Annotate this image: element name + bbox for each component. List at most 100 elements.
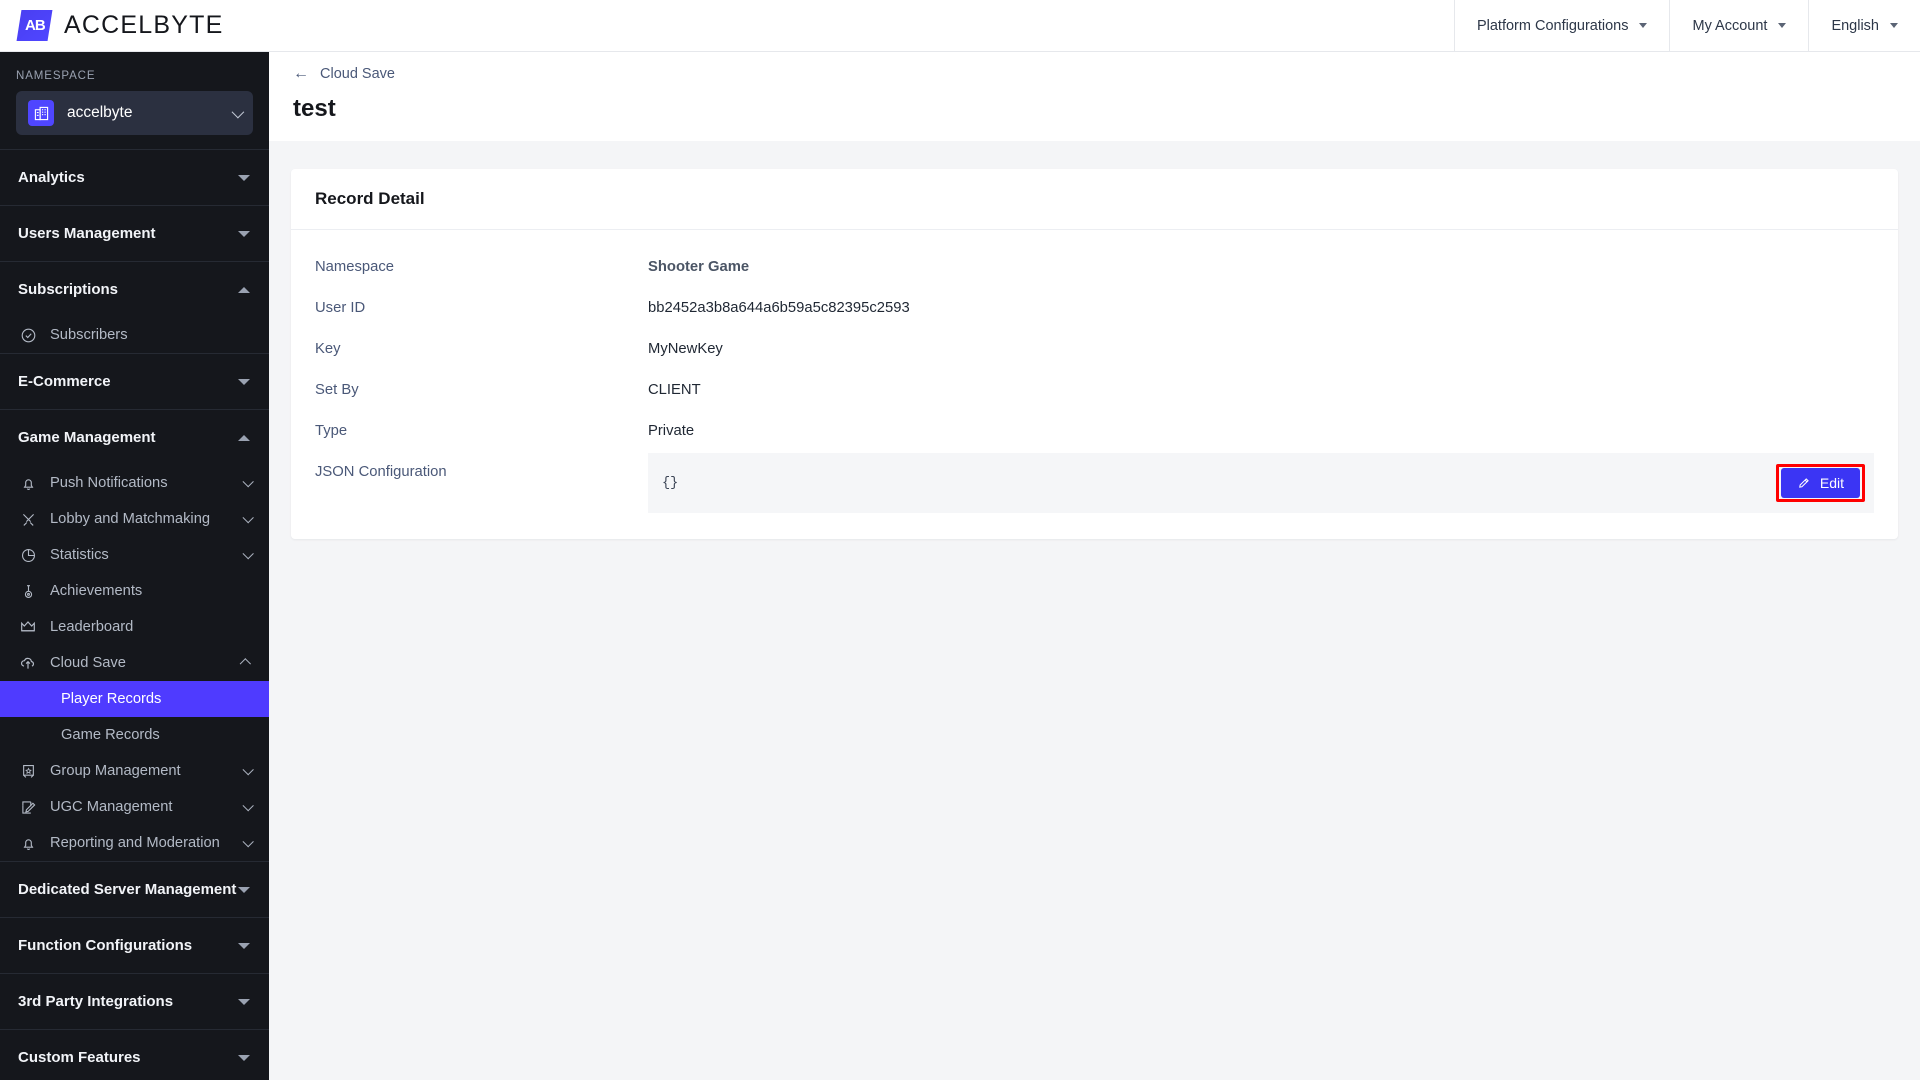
- sidebar-subitem-label: Player Records: [61, 691, 162, 707]
- edit-button[interactable]: Edit: [1780, 468, 1860, 498]
- sidebar-item-statistics[interactable]: Statistics: [0, 537, 269, 573]
- card-title: Record Detail: [291, 169, 1898, 230]
- menu-language[interactable]: English: [1808, 0, 1920, 52]
- sidebar-item-cloud-save[interactable]: Cloud Save: [0, 645, 269, 681]
- sidebar-section-header-subscriptions[interactable]: Subscriptions: [0, 262, 269, 317]
- sidebar-subitem-player-records[interactable]: Player Records: [0, 681, 269, 717]
- sidebar-subitem-game-records[interactable]: Game Records: [0, 717, 269, 753]
- sidebar-item-label: Leaderboard: [50, 619, 134, 635]
- sidebar-item-label: Push Notifications: [50, 475, 168, 491]
- field-row-user-id: User ID bb2452a3b8a644a6b59a5c82395c2593: [291, 289, 1898, 330]
- menu-label: English: [1831, 17, 1879, 34]
- sidebar-section-header-3rd-party-integrations[interactable]: 3rd Party Integrations: [0, 974, 269, 1029]
- sidebar-section-header-e-commerce[interactable]: E-Commerce: [0, 354, 269, 409]
- menu-label: My Account: [1692, 17, 1768, 34]
- sidebar-section-header-analytics[interactable]: Analytics: [0, 150, 269, 205]
- sidebar-item-lobby-and-matchmaking[interactable]: Lobby and Matchmaking: [0, 501, 269, 537]
- pie-chart-icon: [18, 545, 38, 565]
- field-value: CLIENT: [648, 382, 701, 398]
- sidebar-item-ugc-management[interactable]: UGC Management: [0, 789, 269, 825]
- section-label: Users Management: [18, 225, 156, 242]
- menu-platform-configurations[interactable]: Platform Configurations: [1453, 0, 1670, 52]
- field-value: Shooter Game: [648, 259, 750, 275]
- field-key: User ID: [315, 300, 366, 316]
- section-label: E-Commerce: [18, 373, 111, 390]
- json-configuration-value: {}: [662, 475, 679, 491]
- section-label: Custom Features: [18, 1049, 141, 1066]
- sidebar-item-label: Reporting and Moderation: [50, 835, 220, 851]
- main-content: ← Cloud Save test Record Detail Namespac…: [269, 52, 1920, 1080]
- sidebar-section-header-dedicated-server-management[interactable]: Dedicated Server Management: [0, 862, 269, 917]
- chevron-down-icon: [242, 764, 253, 775]
- field-key: Type: [315, 423, 348, 439]
- field-row-namespace: Namespace Shooter Game: [291, 248, 1898, 289]
- cloud-upload-icon: [18, 653, 38, 673]
- triangle-down-icon: [238, 886, 250, 893]
- sidebar-section-header-users-management[interactable]: Users Management: [0, 206, 269, 261]
- top-bar-menus: Platform Configurations My Account Engli…: [1453, 0, 1920, 52]
- sidebar-section-function-configurations: Function Configurations: [0, 917, 269, 973]
- sidebar-item-group-management[interactable]: Group Management: [0, 753, 269, 789]
- chevron-down-icon: [242, 836, 253, 847]
- sidebar-item-label: Group Management: [50, 763, 181, 779]
- section-label: Function Configurations: [18, 937, 193, 954]
- sidebar-subitem-label: Game Records: [61, 727, 160, 743]
- sidebar-item-label: Lobby and Matchmaking: [50, 511, 211, 527]
- menu-my-account[interactable]: My Account: [1669, 0, 1808, 52]
- field-key: Set By: [315, 382, 359, 398]
- crown-icon: [18, 617, 38, 637]
- edit-square-icon: [18, 797, 38, 817]
- building-icon: [28, 100, 54, 126]
- bell-icon: [18, 473, 38, 493]
- sidebar-section-header-function-configurations[interactable]: Function Configurations: [0, 918, 269, 973]
- field-value: bb2452a3b8a644a6b59a5c82395c2593: [648, 300, 910, 316]
- content-area: Record Detail Namespace Shooter Game Use…: [269, 141, 1920, 539]
- section-label: Dedicated Server Management: [18, 881, 237, 898]
- field-value: Private: [648, 423, 695, 439]
- triangle-up-icon: [238, 286, 250, 293]
- sidebar-item-push-notifications[interactable]: Push Notifications: [0, 465, 269, 501]
- sidebar-section-header-custom-features[interactable]: Custom Features: [0, 1030, 269, 1080]
- page-header: ← Cloud Save test: [269, 52, 1920, 141]
- card-body: Namespace Shooter Game User ID bb2452a3b…: [291, 230, 1898, 539]
- sidebar-item-label: Statistics: [50, 547, 109, 563]
- sidebar-item-achievements[interactable]: Achievements: [0, 573, 269, 609]
- sidebar-item-label: Achievements: [50, 583, 143, 599]
- sidebar-item-leaderboard[interactable]: Leaderboard: [0, 609, 269, 645]
- edit-button-wrapper: Edit: [1775, 464, 1865, 502]
- sidebar-section-3rd-party-integrations: 3rd Party Integrations: [0, 973, 269, 1029]
- sidebar: NAMESPACE accelbyte Analytics Users Mana…: [0, 52, 269, 1080]
- sidebar-item-subscribers[interactable]: Subscribers: [0, 317, 269, 353]
- caret-down-icon: [1778, 23, 1787, 28]
- sidebar-item-label: UGC Management: [50, 799, 173, 815]
- sidebar-item-reporting-and-moderation[interactable]: Reporting and Moderation: [0, 825, 269, 861]
- field-row-type: Type Private: [291, 412, 1898, 453]
- section-label: Game Management: [18, 429, 156, 446]
- edit-button-label: Edit: [1819, 475, 1844, 491]
- field-row-set-by: Set By CLIENT: [291, 371, 1898, 412]
- triangle-down-icon: [238, 378, 250, 385]
- record-detail-card: Record Detail Namespace Shooter Game Use…: [291, 169, 1898, 539]
- sidebar-section-header-game-management[interactable]: Game Management: [0, 410, 269, 465]
- badge-icon: [18, 761, 38, 781]
- triangle-down-icon: [238, 174, 250, 181]
- brand-logo[interactable]: AB ACCELBYTE: [0, 10, 223, 41]
- caret-down-icon: [1890, 23, 1898, 28]
- field-value: MyNewKey: [648, 341, 723, 357]
- field-key: JSON Configuration: [315, 464, 447, 480]
- sidebar-section-dedicated-server-management: Dedicated Server Management: [0, 861, 269, 917]
- breadcrumb-back-cloud-save[interactable]: ← Cloud Save: [293, 66, 395, 83]
- bell-icon: [18, 833, 38, 853]
- triangle-down-icon: [238, 998, 250, 1005]
- medal-icon: [18, 581, 38, 601]
- check-circle-icon: [18, 325, 38, 345]
- sidebar-item-label: Cloud Save: [50, 655, 126, 671]
- chevron-down-icon: [242, 548, 253, 559]
- sidebar-section-analytics: Analytics: [0, 149, 269, 205]
- sidebar-section-subscriptions: Subscriptions Subscribers: [0, 261, 269, 353]
- triangle-down-icon: [238, 230, 250, 237]
- accelbyte-logo-icon: AB: [16, 10, 53, 41]
- namespace-selector[interactable]: accelbyte: [16, 91, 253, 135]
- section-label: 3rd Party Integrations: [18, 993, 174, 1010]
- caret-down-icon: [1639, 23, 1648, 28]
